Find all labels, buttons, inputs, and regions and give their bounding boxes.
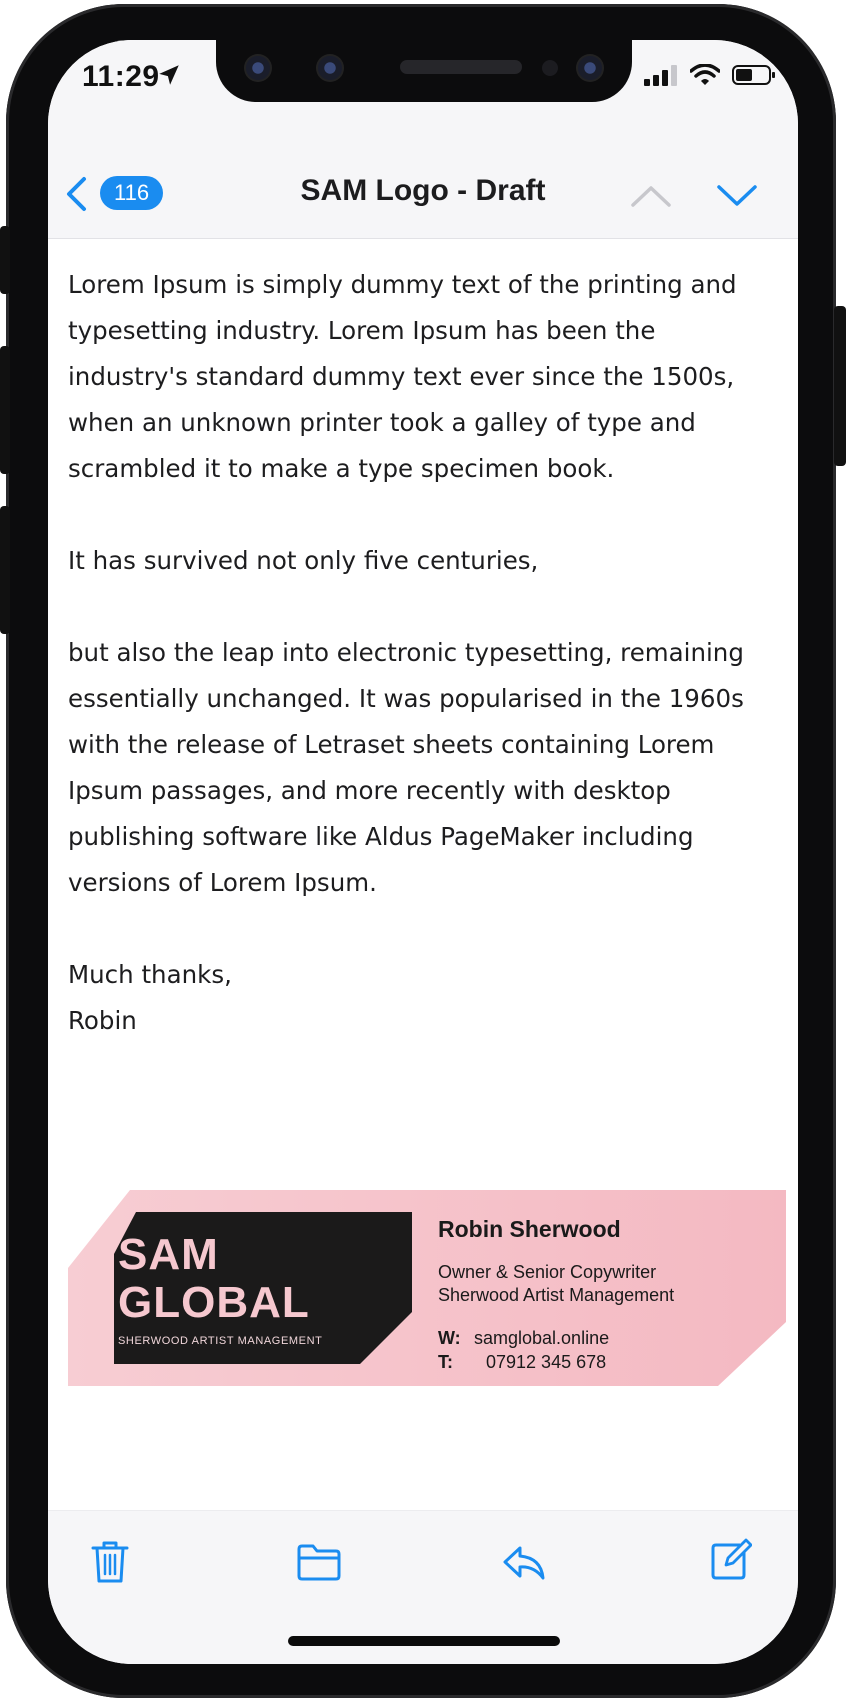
screen: 11:29 116 SAM Logo - Draft Lorem Ipsum i… <box>48 40 798 1664</box>
website-link[interactable]: samglobal.online <box>474 1328 609 1348</box>
location-arrow-icon <box>159 65 179 85</box>
signature-role: Owner & Senior Copywriter <box>438 1262 657 1282</box>
email-paragraph: Lorem Ipsum is simply dummy text of the … <box>68 270 737 483</box>
email-body: Lorem Ipsum is simply dummy text of the … <box>68 262 768 1044</box>
power-button <box>834 306 846 466</box>
reply-icon[interactable] <box>502 1545 546 1581</box>
logo-text-sam: SAM <box>118 1230 219 1279</box>
signature-phone-row: T: 07912 345 678 <box>438 1352 606 1373</box>
camera-lens-icon <box>244 54 272 82</box>
mail-nav-bar: 116 SAM Logo - Draft <box>48 132 798 239</box>
email-sender-name: Robin <box>68 1006 137 1035</box>
page-title: SAM Logo - Draft <box>300 174 546 207</box>
back-chevron-icon[interactable] <box>64 176 90 212</box>
email-signature-card: SAM GLOBAL SHERWOOD ARTIST MANAGEMENT Ro… <box>68 1190 786 1386</box>
phone-label: T: <box>438 1352 453 1372</box>
status-time: 11:29 <box>82 60 160 93</box>
status-bar: 11:29 <box>48 40 798 132</box>
battery-icon <box>732 65 775 85</box>
volume-down-button <box>0 506 10 634</box>
camera-lens-icon <box>316 54 344 82</box>
previous-message-chevron-icon[interactable] <box>630 184 672 208</box>
phone-number[interactable]: 07912 345 678 <box>486 1352 606 1372</box>
signature-website-row: W: samglobal.online <box>438 1328 609 1349</box>
logo-text-global: GLOBAL <box>118 1278 310 1327</box>
notch <box>216 40 632 102</box>
volume-up-button <box>0 346 10 474</box>
logo-subtitle: SHERWOOD ARTIST MANAGEMENT <box>118 1335 323 1347</box>
compose-icon[interactable] <box>710 1537 752 1581</box>
earpiece-speaker <box>400 60 522 74</box>
mute-switch <box>0 226 10 294</box>
website-label: W: <box>438 1328 461 1348</box>
cellular-signal-icon <box>644 65 677 86</box>
signature-company: Sherwood Artist Management <box>438 1285 675 1305</box>
next-message-chevron-icon[interactable] <box>716 184 758 208</box>
camera-lens-icon <box>576 54 604 82</box>
signature-name: Robin Sherwood <box>438 1216 621 1242</box>
folder-icon[interactable] <box>296 1543 342 1581</box>
email-paragraph: but also the leap into electronic typese… <box>68 638 744 897</box>
email-paragraph: It has survived not only five centuries, <box>68 546 539 575</box>
proximity-sensor <box>542 60 558 76</box>
trash-icon[interactable] <box>90 1539 130 1585</box>
email-signoff: Much thanks, <box>68 960 232 989</box>
status-icons <box>644 64 776 86</box>
wifi-icon <box>690 64 720 85</box>
home-indicator[interactable] <box>288 1636 560 1646</box>
unread-count-badge[interactable]: 116 <box>100 176 164 210</box>
